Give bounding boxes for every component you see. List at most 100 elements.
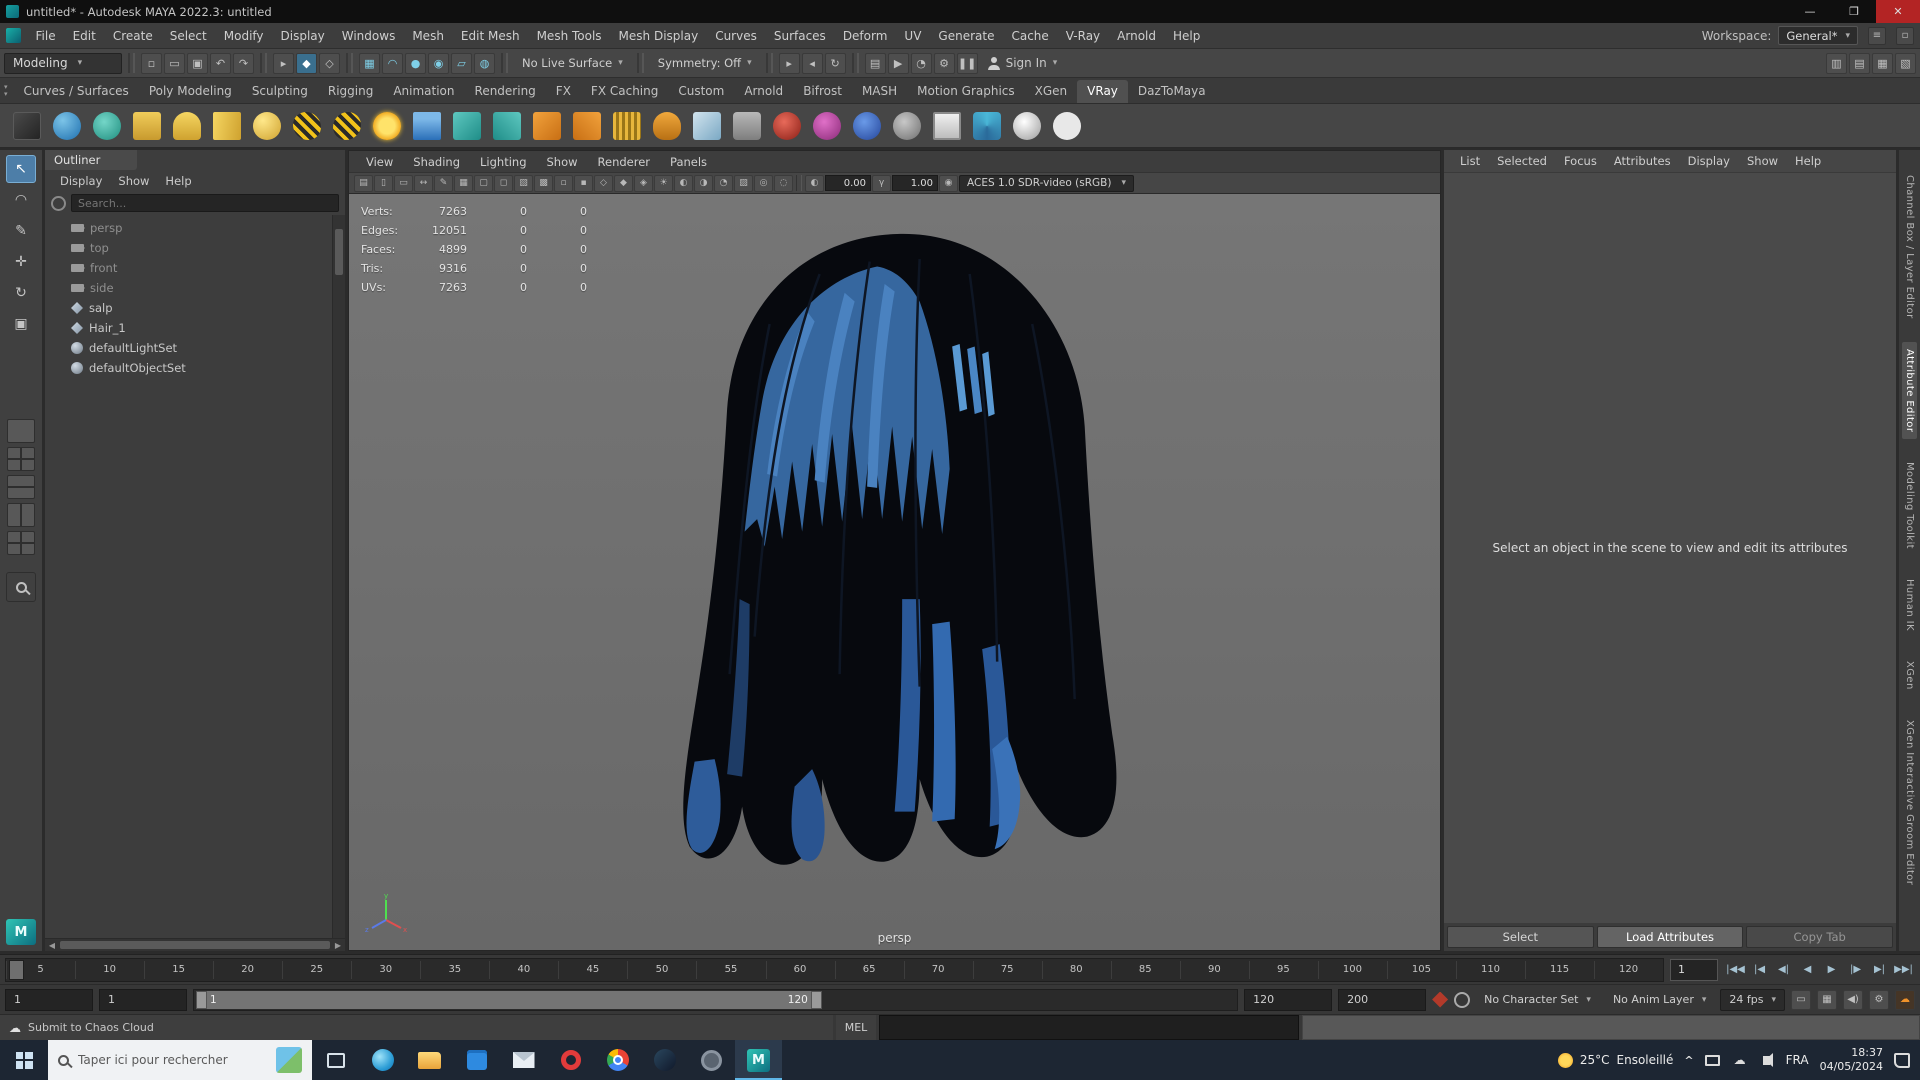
- notification-center-icon[interactable]: [1894, 1052, 1910, 1068]
- vray-fur-icon[interactable]: [648, 107, 686, 145]
- taskbar-app[interactable]: M: [735, 1040, 782, 1080]
- taskbar-app[interactable]: [547, 1040, 594, 1080]
- onedrive-cloud-icon[interactable]: ☁: [1732, 1053, 1748, 1067]
- timeline-tick[interactable]: 15: [144, 959, 213, 981]
- start-button[interactable]: [0, 1040, 48, 1080]
- timeline-tick[interactable]: 120: [1594, 959, 1663, 981]
- character-set-icon[interactable]: [1454, 991, 1471, 1008]
- tool-settings-toggle-icon[interactable]: ▦: [1872, 52, 1893, 74]
- viewport-canvas[interactable]: Verts: 7263 0 0 Edges: 12051 0 0 Faces: …: [349, 194, 1440, 950]
- vray-light-lister-icon[interactable]: [1008, 107, 1046, 145]
- menu-item[interactable]: Create: [104, 23, 161, 49]
- minimize-button[interactable]: —: [1788, 0, 1832, 23]
- timeline-tick[interactable]: 40: [489, 959, 558, 981]
- redo-icon[interactable]: ↷: [233, 52, 254, 74]
- timeline-tick[interactable]: 115: [1525, 959, 1594, 981]
- vray-override-material-icon[interactable]: [888, 107, 926, 145]
- attribute-editor-menu[interactable]: Attributes: [1606, 154, 1679, 168]
- safe-action-icon[interactable]: ▫: [554, 174, 573, 192]
- timeline-ruler[interactable]: 5 10 15 20 25 30 35 40 45 50 55 60 65 70 75 80 85 90 95 100…: [5, 957, 1664, 982]
- vray-proxy-export-icon[interactable]: [448, 107, 486, 145]
- outliner-item[interactable]: side: [45, 278, 332, 298]
- shelf-tab[interactable]: Animation: [383, 80, 464, 103]
- animation-preferences-icon[interactable]: ⚙: [1869, 989, 1889, 1010]
- viewport-menu[interactable]: Renderer: [589, 155, 660, 169]
- construction-history-icon[interactable]: ↻: [824, 52, 846, 74]
- undo-icon[interactable]: ↶: [210, 52, 231, 74]
- outliner-item[interactable]: Hair_1: [45, 318, 332, 338]
- taskbar-app[interactable]: [406, 1040, 453, 1080]
- menu-item[interactable]: Windows: [333, 23, 404, 49]
- outliner-persp-layout-icon[interactable]: [7, 531, 35, 555]
- display-icon[interactable]: [1705, 1053, 1721, 1067]
- vray-sun-icon[interactable]: [368, 107, 406, 145]
- vray-vfb-window-icon[interactable]: [928, 107, 966, 145]
- taskbar-app[interactable]: [688, 1040, 735, 1080]
- maximize-button[interactable]: ❐: [1832, 0, 1876, 23]
- taskbar-app[interactable]: [594, 1040, 641, 1080]
- shelf-tab[interactable]: VRay: [1077, 80, 1128, 103]
- shelf-tab[interactable]: Arnold: [734, 80, 793, 103]
- menu-item[interactable]: Help: [1165, 23, 1209, 49]
- taskbar-search[interactable]: Taper ici pour rechercher: [48, 1040, 312, 1080]
- outliner-menu[interactable]: Show: [111, 174, 156, 188]
- outliner-item[interactable]: top: [45, 238, 332, 258]
- save-scene-icon[interactable]: ▣: [187, 52, 208, 74]
- go-to-start-button[interactable]: |◀◀: [1724, 959, 1747, 981]
- timeline-tick[interactable]: 90: [1179, 959, 1249, 981]
- viewport-menu[interactable]: View: [357, 155, 402, 169]
- timeline-tick[interactable]: 70: [903, 959, 973, 981]
- image-plane-icon[interactable]: ▭: [394, 174, 413, 192]
- step-forward-frame-button[interactable]: ▶|: [1868, 959, 1891, 981]
- move-tool-icon[interactable]: ✛: [6, 248, 36, 276]
- shelf-tab[interactable]: Motion Graphics: [907, 80, 1025, 103]
- outliner-item[interactable]: salp: [45, 298, 332, 318]
- language-indicator[interactable]: FRA: [1786, 1053, 1809, 1067]
- timeline-tick[interactable]: 5: [6, 959, 75, 981]
- menu-item[interactable]: Modify: [215, 23, 272, 49]
- workspace-lock-icon[interactable]: ▫: [1896, 26, 1914, 45]
- colorspace-dropdown[interactable]: ACES 1.0 SDR-video (sRGB) ▾: [959, 174, 1134, 192]
- ipr-render-icon[interactable]: ◔: [910, 52, 932, 74]
- playback-end-field[interactable]: 120: [1244, 988, 1333, 1011]
- outliner-item[interactable]: defaultObjectSet: [45, 358, 332, 378]
- volume-icon[interactable]: [1759, 1052, 1775, 1067]
- vray-displacement-icon[interactable]: [608, 107, 646, 145]
- select-tool-icon[interactable]: ↖: [6, 155, 36, 183]
- vray-water-icon[interactable]: [408, 107, 446, 145]
- timeline-tick[interactable]: 80: [1041, 959, 1111, 981]
- attribute-editor-menu[interactable]: Focus: [1556, 154, 1605, 168]
- timeline-tick[interactable]: 10: [75, 959, 144, 981]
- filter-icon[interactable]: [51, 195, 66, 211]
- outliner-item[interactable]: persp: [45, 218, 332, 238]
- timeline-tick[interactable]: 55: [696, 959, 765, 981]
- taskbar-app[interactable]: [500, 1040, 547, 1080]
- sign-in-button[interactable]: Sign In ▾: [987, 56, 1057, 70]
- vray-ipr-icon[interactable]: [88, 107, 126, 145]
- attribute-editor-button[interactable]: Copy Tab: [1746, 926, 1894, 948]
- wireframe-icon[interactable]: ◇: [594, 174, 613, 192]
- vray-bee-2-icon[interactable]: [328, 107, 366, 145]
- shelf-tab[interactable]: Bifrost: [793, 80, 852, 103]
- ambient-occlusion-icon[interactable]: ◑: [694, 174, 713, 192]
- timeline-tick[interactable]: 50: [627, 959, 696, 981]
- outliner-menu[interactable]: Help: [158, 174, 198, 188]
- grease-pencil-icon[interactable]: ✎: [434, 174, 453, 192]
- color-management-icon[interactable]: ◉: [939, 174, 958, 192]
- menu-item[interactable]: File: [27, 23, 64, 49]
- shelf-tab[interactable]: MASH: [852, 80, 907, 103]
- command-results-field[interactable]: [1302, 1015, 1920, 1040]
- single-pane-layout-icon[interactable]: [7, 419, 35, 443]
- paint-select-tool-icon[interactable]: ✎: [6, 217, 36, 245]
- taskbar-app[interactable]: [641, 1040, 688, 1080]
- step-back-key-button[interactable]: ◀|: [1772, 959, 1795, 981]
- playback-start-field[interactable]: 1: [99, 988, 187, 1011]
- use-all-lights-icon[interactable]: ☀: [654, 174, 673, 192]
- xray-icon[interactable]: ◌: [774, 174, 793, 192]
- shelf-tab[interactable]: FX: [546, 80, 581, 103]
- menu-item[interactable]: Generate: [930, 23, 1003, 49]
- timeline-tick[interactable]: 30: [351, 959, 420, 981]
- range-slider-track[interactable]: 1 120: [193, 988, 1239, 1011]
- weather-widget[interactable]: 25°C Ensoleillé: [1557, 1052, 1673, 1068]
- timeline-tick[interactable]: 35: [420, 959, 489, 981]
